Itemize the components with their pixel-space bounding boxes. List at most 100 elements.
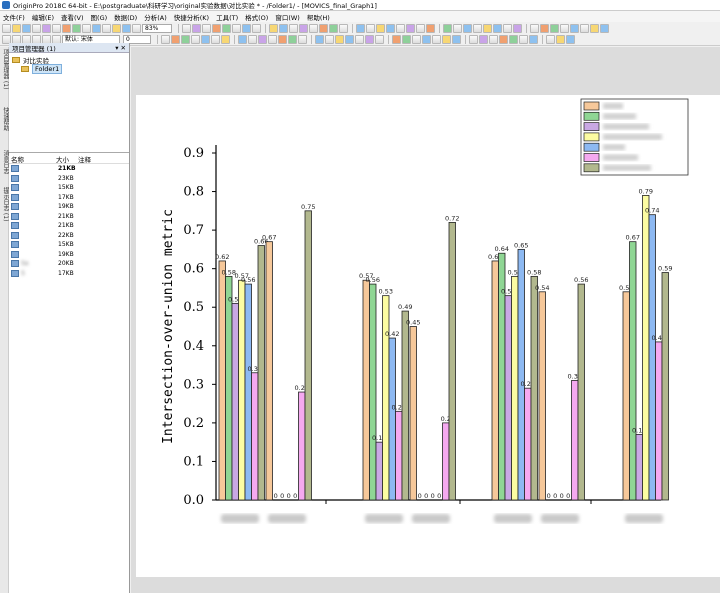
menu-tools[interactable]: 工具(T): [216, 12, 238, 22]
toolbar-button[interactable]: [503, 23, 512, 33]
bar[interactable]: [629, 241, 637, 501]
toolbar-button[interactable]: [232, 23, 241, 33]
bar[interactable]: [511, 275, 519, 501]
toolbar-button[interactable]: [298, 35, 307, 44]
toolbar-button[interactable]: [513, 23, 522, 33]
bar[interactable]: [409, 326, 417, 501]
menu-window[interactable]: 窗口(W): [275, 12, 300, 22]
toolbar-button[interactable]: [52, 23, 61, 33]
tree-root[interactable]: 对比实验: [12, 55, 126, 65]
toolbar-button[interactable]: [211, 35, 220, 44]
tree-folder1[interactable]: Folder1: [12, 63, 126, 74]
toolbar-button[interactable]: [171, 35, 180, 44]
toolbar-button[interactable]: [309, 23, 318, 33]
toolbar-button[interactable]: [62, 23, 71, 33]
toolbar-button[interactable]: [221, 35, 230, 44]
toolbar-button[interactable]: [416, 23, 425, 33]
file-row[interactable]: 15KB: [9, 240, 129, 250]
bar[interactable]: [244, 283, 252, 501]
toolbar-button[interactable]: [442, 35, 451, 44]
toolbar-button[interactable]: [479, 35, 488, 44]
toolbar-button[interactable]: [72, 23, 81, 33]
menu-help[interactable]: 帮助(H): [307, 12, 330, 22]
bar[interactable]: [388, 337, 396, 501]
bar[interactable]: [362, 279, 370, 501]
bar[interactable]: [642, 195, 650, 501]
file-row[interactable]: 22KB: [9, 231, 129, 241]
bar[interactable]: [635, 434, 643, 501]
toolbar-button[interactable]: [252, 23, 261, 33]
toolbar-button[interactable]: [335, 35, 344, 44]
toolbar-button[interactable]: [278, 35, 287, 44]
toolbar-button[interactable]: [406, 23, 415, 33]
toolbar-button[interactable]: [92, 23, 101, 33]
toolbar-button[interactable]: [386, 23, 395, 33]
file-row[interactable]: Sa 20KB: [9, 259, 129, 269]
toolbar-button[interactable]: [212, 23, 221, 33]
bar[interactable]: [251, 372, 259, 501]
bar[interactable]: [524, 387, 532, 501]
toolbar-button[interactable]: [469, 35, 478, 44]
toolbar-button[interactable]: [366, 23, 375, 33]
toolbar-button[interactable]: [546, 35, 555, 44]
file-row[interactable]: 21KB: [9, 212, 129, 222]
file-row[interactable]: 15KB: [9, 183, 129, 193]
menu-data[interactable]: 数据(D): [114, 12, 137, 22]
toolbar-button[interactable]: [463, 23, 472, 33]
toolbar-button[interactable]: [432, 35, 441, 44]
menu-quick-analysis[interactable]: 快捷分析(K): [174, 12, 209, 22]
toolbar-button[interactable]: [325, 35, 334, 44]
toolbar-button[interactable]: [299, 23, 308, 33]
toolbar-button[interactable]: [600, 23, 609, 33]
toolbar-button[interactable]: [530, 23, 539, 33]
toolbar-button[interactable]: [375, 35, 384, 44]
toolbar-button[interactable]: [396, 23, 405, 33]
menu-analysis[interactable]: 分析(A): [144, 12, 167, 22]
file-row[interactable]: 19KB: [9, 250, 129, 260]
bar[interactable]: [442, 422, 450, 501]
toolbar-button[interactable]: [269, 23, 278, 33]
menu-edit[interactable]: 编辑(E): [32, 12, 54, 22]
toolbar-button[interactable]: [590, 23, 599, 33]
toolbar-button[interactable]: [560, 23, 569, 33]
toolbar-button[interactable]: [191, 35, 200, 44]
bar[interactable]: [661, 272, 669, 501]
toolbar-button[interactable]: [181, 35, 190, 44]
toolbar-button[interactable]: [339, 23, 348, 33]
bar[interactable]: [577, 283, 585, 501]
toolbar-button[interactable]: [443, 23, 452, 33]
bar[interactable]: [382, 295, 390, 501]
toolbar-button[interactable]: [566, 35, 575, 44]
bar[interactable]: [517, 248, 525, 501]
file-row[interactable]: 21KB: [9, 164, 129, 174]
toolbar-button[interactable]: [289, 23, 298, 33]
bar[interactable]: [504, 295, 512, 501]
toolbar-button[interactable]: [570, 23, 579, 33]
bar[interactable]: [401, 310, 409, 501]
menu-view[interactable]: 查看(V): [61, 12, 84, 22]
bar[interactable]: [448, 222, 456, 501]
toolbar-button[interactable]: [365, 35, 374, 44]
toolbar-button[interactable]: [412, 35, 421, 44]
toolbar-button[interactable]: [32, 23, 41, 33]
toolbar-button[interactable]: [329, 23, 338, 33]
toolbar-button[interactable]: [550, 23, 559, 33]
toolbar-button[interactable]: [493, 23, 502, 33]
bar[interactable]: [648, 214, 656, 501]
bar[interactable]: [231, 302, 239, 501]
zoom-combo[interactable]: 83%: [142, 23, 172, 33]
toolbar-button[interactable]: [132, 23, 141, 33]
bar[interactable]: [369, 283, 377, 501]
menu-file[interactable]: 文件(F): [3, 12, 25, 22]
bar[interactable]: [298, 391, 306, 501]
bar[interactable]: [257, 245, 265, 501]
toolbar-button[interactable]: [355, 35, 364, 44]
toolbar-button[interactable]: [288, 35, 297, 44]
bar[interactable]: [265, 241, 273, 501]
toolbar-button[interactable]: [345, 35, 354, 44]
toolbar-button[interactable]: [556, 35, 565, 44]
toolbar-button[interactable]: [319, 23, 328, 33]
toolbar-button[interactable]: [356, 23, 365, 33]
toolbar-button[interactable]: [489, 35, 498, 44]
toolbar-button[interactable]: [112, 23, 121, 33]
